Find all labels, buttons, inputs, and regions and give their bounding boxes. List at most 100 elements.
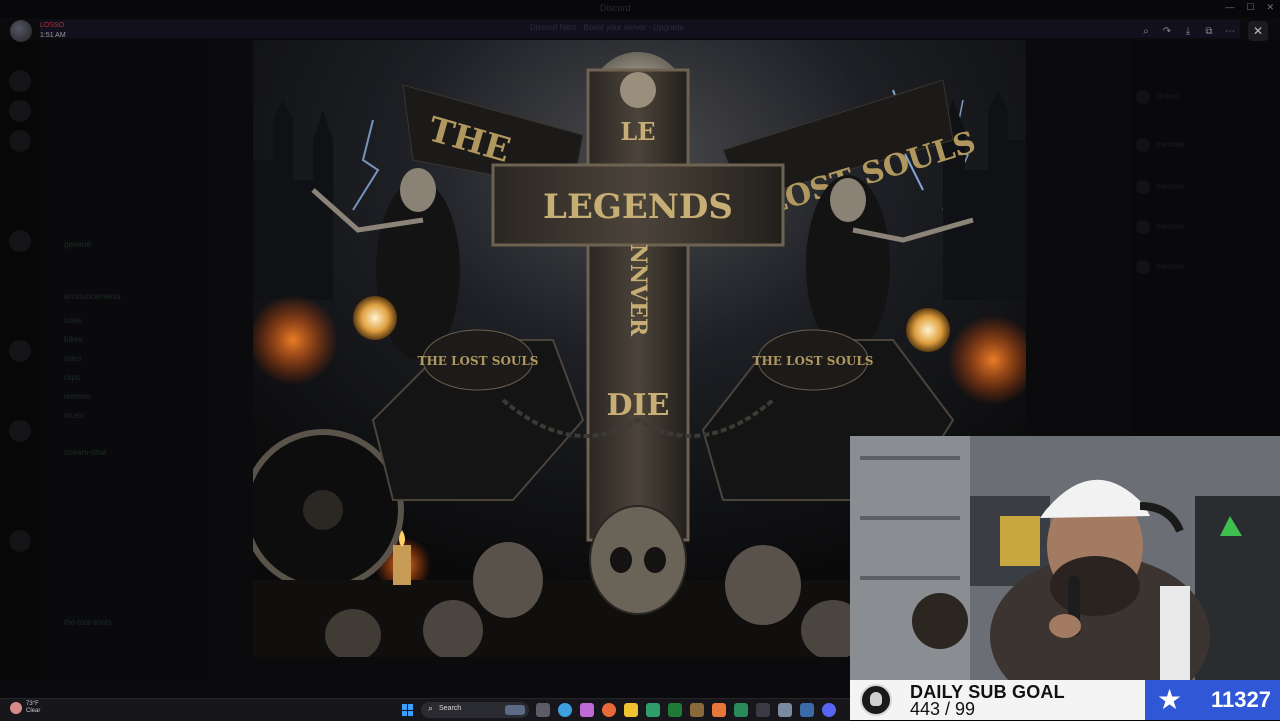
channel-item[interactable]: rules: [64, 316, 81, 325]
server-icon[interactable]: [9, 420, 31, 442]
avatar[interactable]: [1136, 90, 1150, 104]
search-highlight-icon: [505, 705, 525, 715]
weather-desc: Clear: [26, 708, 41, 714]
app-icon[interactable]: [690, 703, 704, 717]
maximize-icon[interactable]: ☐: [1246, 2, 1254, 13]
skull-eye: [610, 547, 632, 573]
gaming-chair: [1195, 496, 1280, 680]
server-icon[interactable]: [9, 130, 31, 152]
left-tank-text: THE LOST SOULS: [418, 354, 539, 368]
steam-icon[interactable]: [800, 703, 814, 717]
copilot-icon[interactable]: [580, 703, 594, 717]
minimize-icon[interactable]: —: [1225, 2, 1234, 13]
member-item[interactable]: member: [1156, 262, 1185, 271]
skull-icon: [870, 692, 882, 706]
reaper-skull: [830, 178, 866, 222]
server-icon[interactable]: [9, 70, 31, 92]
member-item[interactable]: Online: [1156, 92, 1179, 101]
candle: [393, 545, 411, 585]
app-icon[interactable]: [668, 703, 682, 717]
discord-icon[interactable]: [822, 703, 836, 717]
shelf: [860, 576, 960, 580]
window-controls: — ☐ ✕: [1225, 2, 1274, 13]
channel-item[interactable]: rides: [64, 354, 81, 363]
weather-temp: 73°F: [26, 701, 39, 707]
window-close-icon[interactable]: ✕: [1266, 2, 1274, 13]
member-list: Online member member member member: [1130, 40, 1280, 440]
channel-item[interactable]: general: [64, 240, 91, 249]
avatar[interactable]: [1136, 220, 1150, 234]
start-button[interactable]: [402, 704, 414, 716]
skull-eye: [644, 547, 666, 573]
server-icon[interactable]: [9, 340, 31, 362]
search-icon: ⌕: [428, 703, 434, 713]
member-item[interactable]: member: [1156, 222, 1185, 231]
cross-vertical-text-top: LE: [620, 117, 655, 146]
search-label: Search: [439, 705, 462, 712]
shelf: [860, 456, 960, 460]
channel-list: general announcements rules bikes rides …: [40, 40, 210, 680]
beard: [1050, 556, 1140, 616]
channel-item[interactable]: music: [64, 411, 85, 420]
title-bar: Discord — ☐ ✕: [0, 0, 1280, 18]
file-explorer-icon[interactable]: [624, 703, 638, 717]
left-headlight: [353, 296, 397, 340]
task-view-icon[interactable]: [536, 703, 550, 717]
avatar[interactable]: [10, 20, 32, 42]
settings-icon[interactable]: [778, 703, 792, 717]
taskbar-apps: [536, 703, 836, 717]
skull: [725, 545, 801, 625]
star-icon: ★: [1157, 684, 1183, 715]
zoom-in-icon[interactable]: ⌕: [1137, 22, 1155, 40]
framed-picture: [1000, 516, 1040, 566]
right-headlight: [906, 308, 950, 352]
channel-item[interactable]: announcements: [64, 292, 121, 301]
sub-total: 11327: [1211, 687, 1271, 712]
tank-top: [1160, 586, 1190, 680]
cross-top-skull: [620, 72, 656, 108]
author-name[interactable]: LOSSO: [40, 22, 64, 29]
store-icon[interactable]: [646, 703, 660, 717]
webcam-feed: [850, 436, 1280, 680]
shelf: [860, 516, 960, 520]
weather-widget[interactable]: 73°F Clear: [10, 701, 40, 715]
server-icon[interactable]: [9, 530, 31, 552]
daily-sub-goal-widget: DAILY SUB GOAL 443 / 99 ★ 11327: [850, 680, 1280, 720]
app-icon[interactable]: [734, 703, 748, 717]
close-icon[interactable]: ✕: [1248, 21, 1268, 41]
timestamp: 1:51 AM: [40, 32, 66, 39]
taskbar-search[interactable]: ⌕ Search: [421, 702, 529, 718]
channel-item[interactable]: bikes: [64, 335, 83, 344]
center-skull: [589, 505, 687, 615]
server-icon[interactable]: [9, 230, 31, 252]
cross-legends-text: LEGENDS: [543, 187, 733, 227]
weather-icon: [10, 702, 22, 714]
firefox-icon[interactable]: [602, 703, 616, 717]
nitro-banner: Discord Nitro · Boost your server · Upgr…: [40, 20, 1240, 38]
avatar[interactable]: [1136, 138, 1150, 152]
cross-vertical-text: NNVER: [625, 244, 651, 337]
server-icon[interactable]: [9, 100, 31, 122]
channel-item[interactable]: memes: [64, 392, 90, 401]
channel-item[interactable]: clips: [64, 373, 80, 382]
channel-logo: [860, 684, 892, 716]
image-viewer-toolbar: ⌕ ↷ ⤓ ⧉ ⋯ ✕: [1137, 21, 1268, 41]
left-bike-hub: [303, 490, 343, 530]
more-icon[interactable]: ⋯: [1221, 22, 1239, 40]
member-item[interactable]: member: [1156, 140, 1185, 149]
member-item[interactable]: member: [1156, 182, 1185, 191]
app-icon[interactable]: [712, 703, 726, 717]
open-external-icon[interactable]: ⧉: [1200, 22, 1218, 40]
edge-icon[interactable]: [558, 703, 572, 717]
forward-icon[interactable]: ↷: [1158, 22, 1176, 40]
taskbar: 73°F Clear ⌕ Search: [0, 698, 850, 721]
right-tank-text: THE LOST SOULS: [753, 354, 874, 368]
vinyl-record: [912, 593, 968, 649]
channel-item[interactable]: stream-chat: [64, 448, 106, 457]
channel-item[interactable]: the-lost-souls: [64, 618, 112, 627]
app-icon[interactable]: [756, 703, 770, 717]
avatar[interactable]: [1136, 180, 1150, 194]
download-icon[interactable]: ⤓: [1179, 22, 1197, 40]
weather-text: 73°F Clear: [26, 701, 40, 715]
avatar[interactable]: [1136, 260, 1150, 274]
